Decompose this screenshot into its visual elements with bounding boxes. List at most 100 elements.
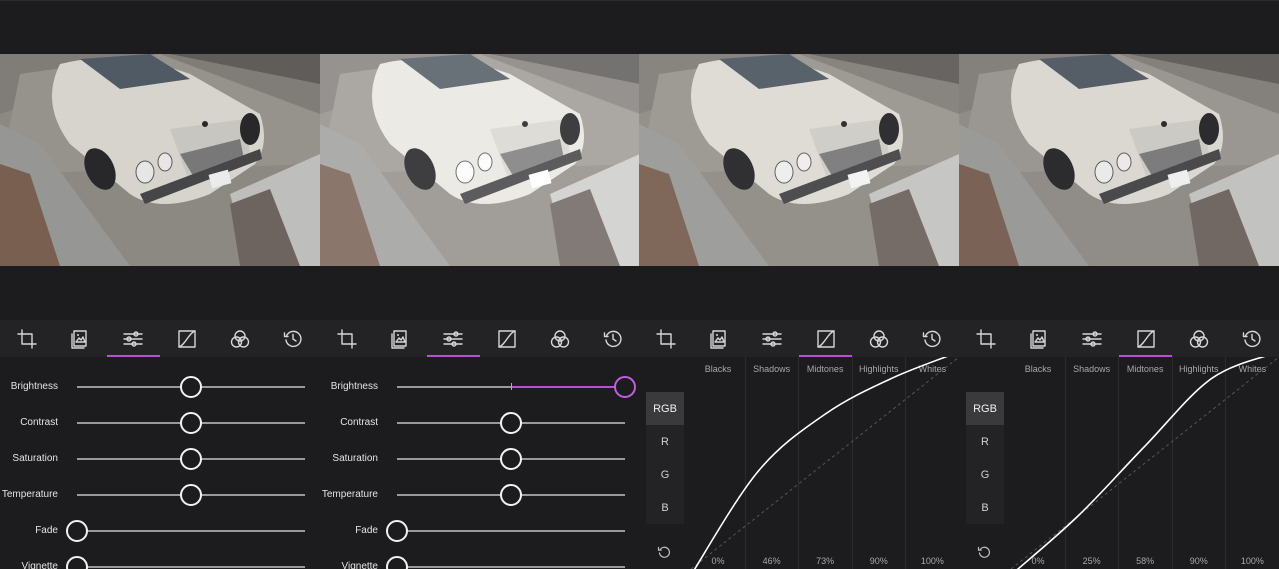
filters-icon [1029,329,1049,349]
editor-panel: RGB R G B Blacks 0% Shadows 46% Midtones 73% Highl… [639,0,959,569]
tool-curves[interactable] [480,320,533,357]
slider-knob[interactable] [66,520,88,542]
tool-bar [0,320,320,357]
slider-row: Saturation [320,448,640,489]
slider-track[interactable] [77,566,305,568]
tool-color-circles[interactable] [852,320,905,357]
slider-knob[interactable] [180,448,202,470]
slider-knob[interactable] [614,376,636,398]
filters-icon [390,329,410,349]
tool-curves[interactable] [1118,320,1173,357]
reset-icon[interactable] [977,545,991,559]
tool-filters[interactable] [692,320,745,357]
sliders-icon [123,329,144,349]
channel-selector: RGB R G B [646,392,684,524]
tool-filters[interactable] [53,320,106,357]
slider-knob[interactable] [500,484,522,506]
sliders-icon [443,329,464,349]
tone-curve[interactable] [691,357,959,569]
tool-history[interactable] [906,320,959,357]
channel-b-button[interactable]: B [646,491,684,524]
slider-knob[interactable] [500,448,522,470]
curves-icon [497,329,517,349]
slider-row: Contrast [320,412,640,453]
photo-preview [639,54,959,266]
photo-preview [0,54,320,266]
slider-label: Fade [355,525,378,536]
tool-color-circles[interactable] [213,320,266,357]
slider-row: Saturation [0,448,320,489]
tool-color-circles[interactable] [1172,320,1225,357]
slider-track[interactable] [77,530,305,532]
tool-sliders[interactable] [106,320,161,357]
channel-r-button[interactable]: R [646,425,684,458]
channel-selector: RGB R G B [966,392,1004,524]
slider-label: Fade [35,525,58,536]
slider-label: Brightness [330,381,378,392]
slider-center-tick [511,383,512,390]
editor-panel: Brightness Contrast Saturation Temperature F… [0,0,320,569]
slider-label: Temperature [1,489,58,500]
tool-sliders[interactable] [1066,320,1119,357]
slider-label: Saturation [332,453,378,464]
color-circles-icon [1189,329,1209,349]
car-photo [0,54,320,266]
slider-row: Fade [320,520,640,561]
channel-rgb-button[interactable]: RGB [966,392,1004,425]
tool-history[interactable] [267,320,320,357]
slider-knob[interactable] [180,412,202,434]
curves-icon [177,329,197,349]
tool-filters[interactable] [1012,320,1065,357]
car-photo [639,54,959,266]
slider-knob[interactable] [500,412,522,434]
tool-crop[interactable] [0,320,53,357]
slider-label: Contrast [20,417,58,428]
reset-icon[interactable] [657,545,671,559]
slider-row: Contrast [0,412,320,453]
tone-curve[interactable] [1011,357,1279,569]
top-bar [959,0,1279,54]
slider-label: Contrast [340,417,378,428]
editor-panel: RGB R G B Blacks 0% Shadows 25% Midtones 58% Highl… [959,0,1279,569]
slider-label: Vignette [21,561,58,569]
slider-row: Fade [0,520,320,561]
curves-panel: RGB R G B Blacks 0% Shadows 46% Midtones 73% Highl… [639,357,959,569]
tool-crop[interactable] [320,320,373,357]
slider-row: Vignette [320,556,640,569]
tool-history[interactable] [587,320,640,357]
slider-label: Vignette [341,561,378,569]
channel-r-button[interactable]: R [966,425,1004,458]
crop-icon [655,328,676,349]
channel-b-button[interactable]: B [966,491,1004,524]
slider-track[interactable] [397,530,625,532]
slider-knob[interactable] [180,484,202,506]
tool-curves[interactable] [160,320,213,357]
slider-knob[interactable] [180,376,202,398]
tool-sliders[interactable] [426,320,481,357]
slider-row: Brightness [320,376,640,417]
history-icon [1242,329,1262,349]
tool-sliders[interactable] [746,320,799,357]
curves-icon [816,329,836,349]
slider-track[interactable] [397,566,625,568]
channel-g-button[interactable]: G [646,458,684,491]
slider-label: Saturation [12,453,58,464]
adjust-panel: Brightness Contrast Saturation Temperature F… [320,357,640,569]
tool-color-circles[interactable] [533,320,586,357]
tool-curves[interactable] [798,320,853,357]
tool-crop[interactable] [959,320,1012,357]
color-circles-icon [869,329,889,349]
car-photo [320,54,640,266]
tool-filters[interactable] [373,320,426,357]
tool-history[interactable] [1226,320,1279,357]
sliders-icon [762,329,783,349]
slider-row: Brightness [0,376,320,417]
slider-row: Temperature [320,484,640,525]
curves-icon [1136,329,1156,349]
channel-rgb-button[interactable]: RGB [646,392,684,425]
top-bar [0,0,320,54]
tool-crop[interactable] [639,320,692,357]
filters-icon [709,329,729,349]
channel-g-button[interactable]: G [966,458,1004,491]
slider-knob[interactable] [386,520,408,542]
